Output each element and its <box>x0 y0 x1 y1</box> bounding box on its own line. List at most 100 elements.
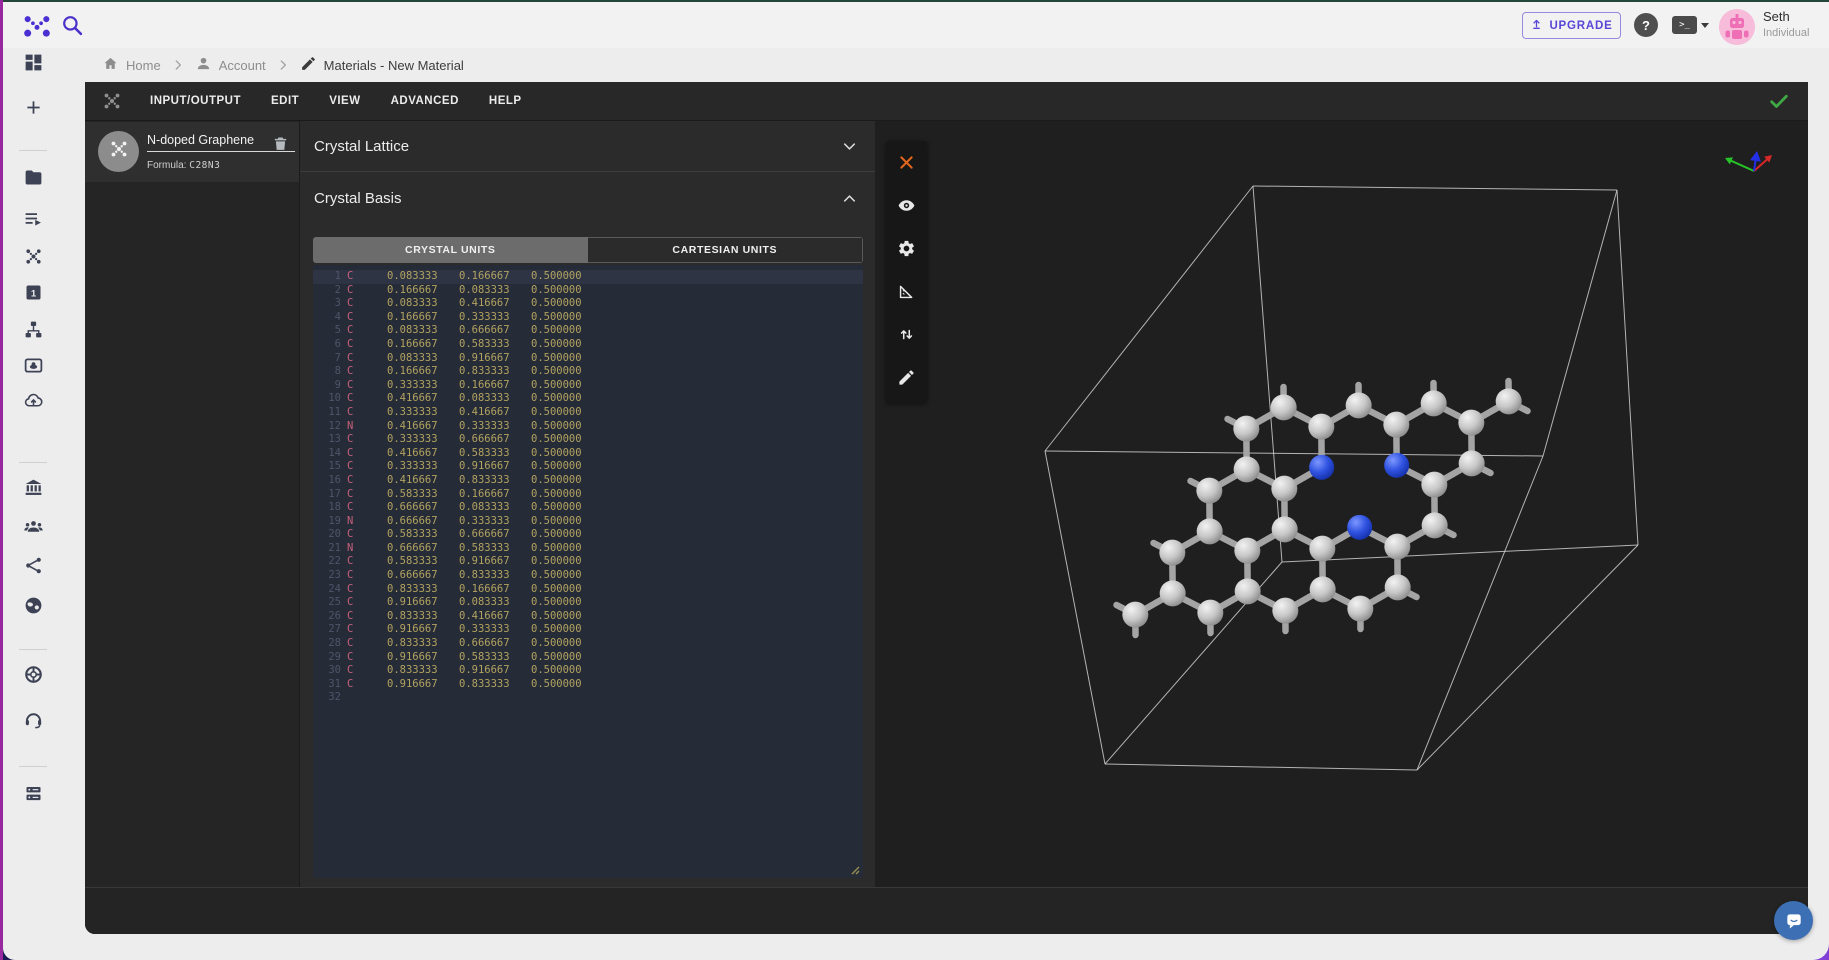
atom-C[interactable] <box>1308 414 1334 440</box>
atom-C[interactable] <box>1122 602 1148 628</box>
search-icon[interactable] <box>59 12 85 38</box>
sidebar-item-image[interactable] <box>20 355 46 381</box>
editor-line[interactable]: 29C0.9166670.5833330.500000 <box>313 651 863 665</box>
menu-view[interactable]: VIEW <box>314 82 375 121</box>
editor-line[interactable]: 11C0.3333330.4166670.500000 <box>313 406 863 420</box>
sidebar-item-headset[interactable] <box>20 709 46 735</box>
user-avatar[interactable] <box>1719 9 1755 45</box>
breadcrumb-item-home[interactable]: Home <box>102 55 161 75</box>
atom-C[interactable] <box>1272 516 1298 542</box>
editor-line[interactable]: 31C0.9166670.8333330.500000 <box>313 678 863 692</box>
atom-N[interactable] <box>1384 453 1409 478</box>
atom-C[interactable] <box>1347 596 1373 622</box>
editor-line[interactable]: 22C0.5833330.9166670.500000 <box>313 555 863 569</box>
sidebar-item-support[interactable] <box>20 664 46 690</box>
editor-line[interactable]: 5C0.0833330.6666670.500000 <box>313 324 863 338</box>
sidebar-item-bank[interactable] <box>20 477 46 503</box>
sidebar-item-atoms[interactable] <box>20 246 46 272</box>
editor-line[interactable]: 19N0.6666670.3333330.500000 <box>313 515 863 529</box>
delete-material-button[interactable] <box>272 135 289 152</box>
atom-C[interactable] <box>1459 450 1485 476</box>
editor-line[interactable]: 18C0.6666670.0833330.500000 <box>313 501 863 515</box>
sidebar-item-unit-one[interactable]: 1 <box>20 282 46 308</box>
atom-C[interactable] <box>1272 598 1298 624</box>
tab-cartesian-units[interactable]: CARTESIAN UNITS <box>588 237 864 263</box>
menu-input-output[interactable]: INPUT/OUTPUT <box>135 82 256 121</box>
editor-line[interactable]: 2C0.1666670.0833330.500000 <box>313 284 863 298</box>
chevron-down-icon[interactable] <box>840 137 859 156</box>
console-menu-button[interactable]: >_ <box>1672 16 1709 34</box>
sidebar-item-dashboard[interactable] <box>20 52 46 78</box>
menu-advanced[interactable]: ADVANCED <box>376 82 474 121</box>
atom-C[interactable] <box>1271 476 1297 502</box>
menu-help[interactable]: HELP <box>474 82 537 121</box>
sidebar-item-cloud-upload[interactable] <box>20 390 46 416</box>
atom-N[interactable] <box>1309 455 1334 480</box>
tab-crystal-units[interactable]: CRYSTAL UNITS <box>313 237 588 263</box>
atom-C[interactable] <box>1496 388 1522 414</box>
editor-line[interactable]: 15C0.3333330.9166670.500000 <box>313 460 863 474</box>
editor-line[interactable]: 28C0.8333330.6666670.500000 <box>313 637 863 651</box>
upgrade-button[interactable]: UPGRADE <box>1522 12 1621 39</box>
menu-edit[interactable]: EDIT <box>256 82 314 121</box>
atom-N[interactable] <box>1347 515 1372 540</box>
crystal-basis-section-header[interactable]: Crystal Basis <box>300 172 875 225</box>
editor-line[interactable]: 10C0.4166670.0833330.500000 <box>313 392 863 406</box>
structure-3d-canvas[interactable] <box>875 121 1808 887</box>
atom-C[interactable] <box>1271 394 1297 420</box>
editor-line[interactable]: 20C0.5833330.6666670.500000 <box>313 528 863 542</box>
editor-line[interactable]: 13C0.3333330.6666670.500000 <box>313 433 863 447</box>
atom-C[interactable] <box>1310 576 1336 602</box>
atom-C[interactable] <box>1421 472 1447 498</box>
atom-C[interactable] <box>1196 478 1222 504</box>
editor-line[interactable]: 14C0.4166670.5833330.500000 <box>313 447 863 461</box>
editor-line[interactable]: 25C0.9166670.0833330.500000 <box>313 596 863 610</box>
atom-C[interactable] <box>1385 574 1411 600</box>
editor-line[interactable]: 26C0.8333330.4166670.500000 <box>313 610 863 624</box>
editor-line[interactable]: 8C0.1666670.8333330.500000 <box>313 365 863 379</box>
chevron-up-icon[interactable] <box>840 189 859 208</box>
editor-line[interactable]: 6C0.1666670.5833330.500000 <box>313 338 863 352</box>
atom-C[interactable] <box>1234 456 1260 482</box>
atom-C[interactable] <box>1346 392 1372 418</box>
editor-line[interactable]: 21N0.6666670.5833330.500000 <box>313 542 863 556</box>
viewer-tool-sort[interactable] <box>886 315 927 358</box>
editor-line[interactable]: 1C0.0833330.1666670.500000 <box>313 270 863 284</box>
viewer-tool-measure[interactable] <box>886 272 927 315</box>
editor-line[interactable]: 9C0.3333330.1666670.500000 <box>313 379 863 393</box>
viewer-tool-gear[interactable] <box>886 229 927 272</box>
viewer-tool-close[interactable] <box>886 143 927 186</box>
atom-C[interactable] <box>1383 412 1409 438</box>
basis-coordinates-editor[interactable]: 1C0.0833330.1666670.5000002C0.1666670.08… <box>313 265 863 878</box>
editor-line[interactable]: 27C0.9166670.3333330.500000 <box>313 623 863 637</box>
atom-C[interactable] <box>1309 536 1335 562</box>
material-list-item[interactable]: N-doped Graphene Formula: C28N3 <box>85 122 299 182</box>
chat-launcher-button[interactable] <box>1774 901 1813 940</box>
viewer-tool-eye[interactable] <box>886 186 927 229</box>
crystal-lattice-section-header[interactable]: Crystal Lattice <box>300 121 875 172</box>
sidebar-item-servers[interactable] <box>20 783 46 809</box>
sidebar-item-folder[interactable] <box>20 167 46 193</box>
editor-line[interactable]: 32 <box>313 691 863 705</box>
breadcrumb-item-account[interactable]: Account <box>195 55 266 75</box>
editor-line[interactable]: 3C0.0833330.4166670.500000 <box>313 297 863 311</box>
atom-C[interactable] <box>1197 600 1223 626</box>
atom-C[interactable] <box>1159 540 1185 566</box>
help-button[interactable]: ? <box>1634 13 1658 37</box>
atom-C[interactable] <box>1422 512 1448 538</box>
editor-line[interactable]: 12N0.4166670.3333330.500000 <box>313 420 863 434</box>
sidebar-item-workflow[interactable] <box>20 319 46 345</box>
atom-C[interactable] <box>1235 578 1261 604</box>
save-check-icon[interactable] <box>1768 90 1790 112</box>
editor-line[interactable]: 4C0.1666670.3333330.500000 <box>313 311 863 325</box>
sidebar-item-add[interactable] <box>20 97 46 123</box>
editor-line[interactable]: 24C0.8333330.1666670.500000 <box>313 583 863 597</box>
sidebar-item-share[interactable] <box>20 555 46 581</box>
editor-line[interactable]: 23C0.6666670.8333330.500000 <box>313 569 863 583</box>
atom-C[interactable] <box>1233 416 1259 442</box>
editor-line[interactable]: 7C0.0833330.9166670.500000 <box>313 352 863 366</box>
atom-C[interactable] <box>1458 410 1484 436</box>
editor-line[interactable]: 30C0.8333330.9166670.500000 <box>313 664 863 678</box>
editor-line[interactable]: 16C0.4166670.8333330.500000 <box>313 474 863 488</box>
atom-C[interactable] <box>1160 580 1186 606</box>
